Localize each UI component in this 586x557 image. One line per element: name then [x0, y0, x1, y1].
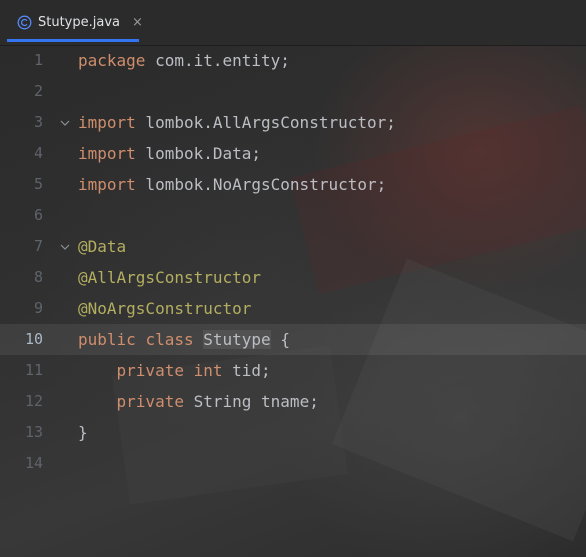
editor-tab-bar: Stutype.java × [0, 0, 586, 46]
code-line[interactable]: 10 public class Stutype { [0, 324, 586, 355]
code-line[interactable]: 14 [0, 448, 586, 479]
code-line[interactable]: 9 @NoArgsConstructor [0, 293, 586, 324]
code-text: import lombok.Data; [78, 138, 261, 169]
code-line[interactable]: 8 @AllArgsConstructor [0, 262, 586, 293]
java-class-icon [17, 15, 32, 30]
line-number: 1 [33, 51, 43, 69]
close-icon[interactable]: × [132, 16, 143, 29]
line-number: 5 [33, 175, 43, 193]
annotation-token: @Data [78, 237, 127, 256]
keyword-token: import [78, 144, 136, 163]
code-token: } [78, 423, 88, 442]
code-token: lombok.NoArgsConstructor; [135, 175, 387, 194]
line-number: 4 [33, 144, 43, 162]
code-text: private int tid; [78, 355, 271, 386]
keyword-token: private [116, 361, 184, 380]
keyword-token: class [145, 330, 194, 349]
code-token: { [270, 330, 290, 349]
code-editor[interactable]: Stutype.java × 1 package com.it.entity; 2 3… [0, 0, 586, 557]
code-text: public class Stutype { [78, 324, 290, 355]
code-text: @Data [78, 231, 126, 262]
line-number: 10 [24, 330, 43, 348]
tab-stutype-java[interactable]: Stutype.java × [7, 6, 143, 42]
code-line[interactable]: 3 import lombok.AllArgsConstructor; [0, 107, 586, 138]
code-line[interactable]: 2 [0, 76, 586, 107]
fold-chevron-icon[interactable] [58, 231, 72, 262]
code-token: Stutype [203, 330, 271, 349]
code-token: com.it.entity; [145, 51, 290, 70]
code-text: package com.it.entity; [78, 45, 290, 76]
code-area[interactable]: 1 package com.it.entity; 2 3 import lombok.A… [0, 45, 586, 479]
line-number: 13 [24, 423, 43, 441]
code-line[interactable]: 12 private String tname; [0, 386, 586, 417]
keyword-token: public [78, 330, 136, 349]
code-line[interactable]: 5 import lombok.NoArgsConstructor; [0, 169, 586, 200]
line-number: 12 [24, 392, 43, 410]
code-text: import lombok.NoArgsConstructor; [78, 169, 386, 200]
code-line[interactable]: 7 @Data [0, 231, 586, 262]
line-number: 8 [33, 268, 43, 286]
line-number: 2 [33, 82, 43, 100]
code-text: private String tname; [78, 386, 319, 417]
tab-label: Stutype.java [38, 15, 120, 30]
keyword-token: int [193, 361, 223, 380]
keyword-token: import [78, 175, 136, 194]
line-number: 7 [33, 237, 43, 255]
line-number: 9 [33, 299, 43, 317]
code-token: tid; [222, 361, 271, 380]
code-text: @NoArgsConstructor [78, 293, 251, 324]
code-line[interactable]: 4 import lombok.Data; [0, 138, 586, 169]
keyword-token: private [116, 392, 184, 411]
annotation-token: @AllArgsConstructor [78, 268, 262, 287]
line-number: 14 [24, 454, 43, 472]
code-line[interactable]: 11 private int tid; [0, 355, 586, 386]
line-number: 3 [33, 113, 43, 131]
code-line[interactable]: 1 package com.it.entity; [0, 45, 586, 76]
code-line[interactable]: 6 [0, 200, 586, 231]
fold-chevron-icon[interactable] [58, 107, 72, 138]
line-number: 11 [24, 361, 43, 379]
code-text: @AllArgsConstructor [78, 262, 261, 293]
keyword-token: package [78, 51, 146, 70]
code-token: lombok.AllArgsConstructor; [135, 113, 396, 132]
line-number: 6 [33, 206, 43, 224]
code-text: import lombok.AllArgsConstructor; [78, 107, 396, 138]
code-text: } [78, 417, 88, 448]
code-token: lombok.Data; [135, 144, 262, 163]
annotation-token: @NoArgsConstructor [78, 299, 252, 318]
code-token: String tname; [183, 392, 319, 411]
keyword-token: import [78, 113, 136, 132]
code-line[interactable]: 13} [0, 417, 586, 448]
